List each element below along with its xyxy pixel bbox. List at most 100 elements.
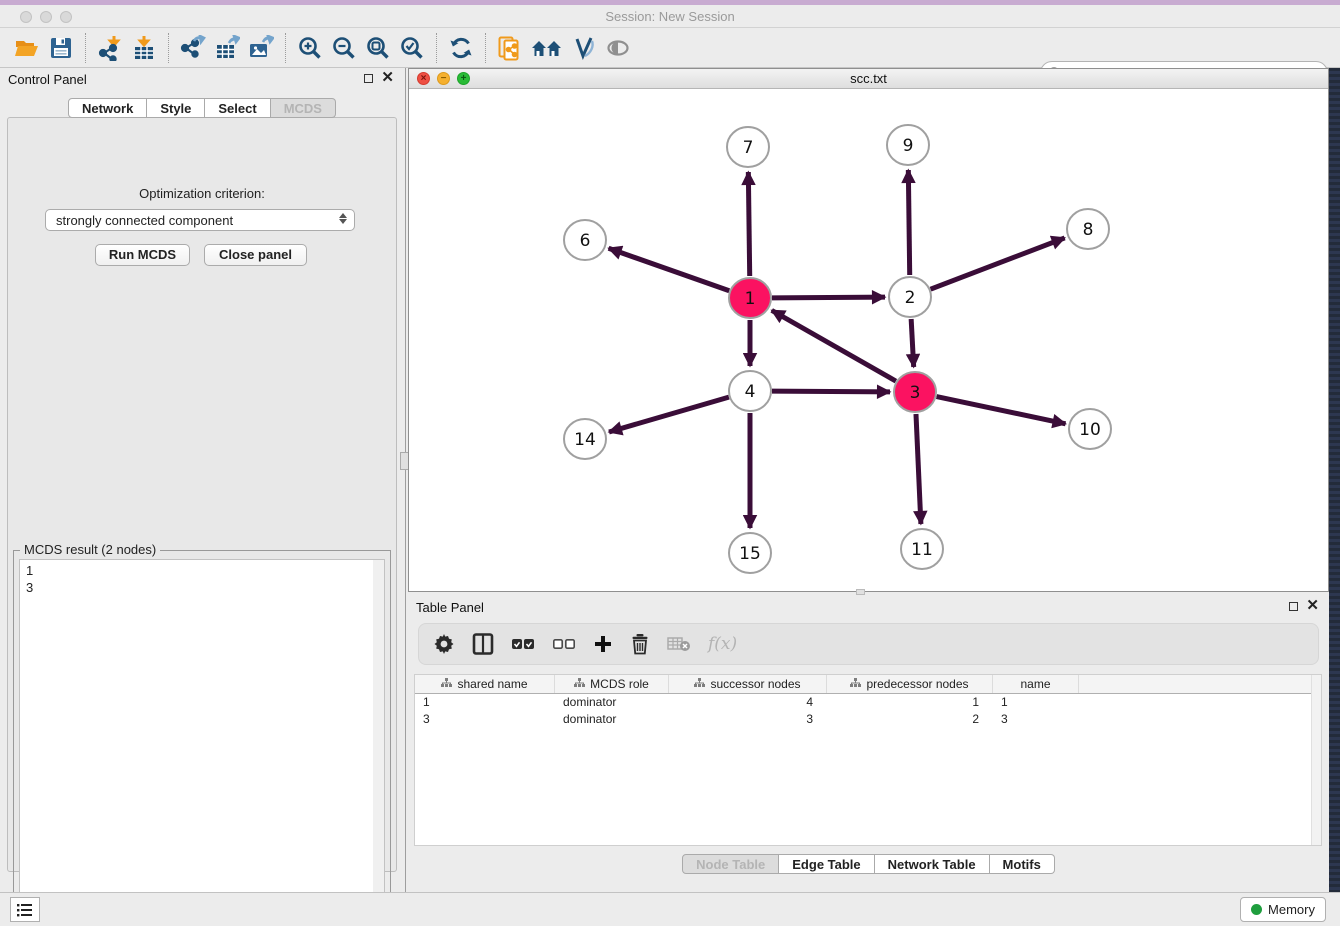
export-network-icon[interactable] (176, 31, 210, 65)
open-session-icon[interactable] (10, 31, 44, 65)
delete-column-trash-icon[interactable] (630, 629, 650, 659)
svg-text:2: 2 (905, 288, 916, 308)
tab-network-table[interactable]: Network Table (875, 854, 990, 874)
table-cell[interactable]: dominator (555, 711, 669, 728)
status-bar: Memory (0, 892, 1340, 926)
graph-node-8[interactable]: 8 (1067, 209, 1109, 249)
graph-edge-1-6[interactable] (609, 248, 730, 290)
column-label: shared name (457, 677, 527, 691)
tab-node-table[interactable]: Node Table (682, 854, 779, 874)
table-row[interactable]: 3dominator323 (415, 711, 1321, 728)
node-table: shared name MCDS role successor nodesprede… (414, 674, 1322, 846)
column-header-name[interactable]: name (993, 675, 1079, 693)
graph-edge-2-3[interactable] (911, 319, 914, 367)
graph-edge-3-10[interactable] (937, 397, 1066, 424)
graph-edge-2-9[interactable] (908, 170, 909, 275)
tab-select[interactable]: Select (205, 98, 270, 118)
graph-node-6[interactable]: 6 (564, 220, 606, 260)
float-panel-icon[interactable] (364, 74, 373, 83)
graph-edge-4-3[interactable] (772, 391, 890, 392)
zoom-out-icon[interactable] (327, 31, 361, 65)
list-icon (16, 902, 34, 918)
table-cell[interactable]: 3 (993, 711, 1079, 728)
column-label: MCDS role (590, 677, 649, 691)
sort-hierarchy-icon (694, 677, 705, 691)
tab-edge-table[interactable]: Edge Table (779, 854, 874, 874)
function-builder-icon[interactable]: f(x) (708, 629, 737, 659)
graph-edge-1-2[interactable] (772, 297, 885, 298)
import-network-icon[interactable] (93, 31, 127, 65)
mcds-result-list[interactable]: 13 (19, 559, 385, 914)
table-cell[interactable]: 4 (669, 694, 827, 711)
zoom-selected-icon[interactable] (395, 31, 429, 65)
memory-button[interactable]: Memory (1240, 897, 1326, 922)
graph-node-7[interactable]: 7 (727, 127, 769, 167)
svg-text:3: 3 (910, 383, 921, 403)
column-header-predecessor-nodes[interactable]: predecessor nodes (827, 675, 993, 693)
graph-node-11[interactable]: 11 (901, 529, 943, 569)
zoom-fit-icon[interactable] (361, 31, 395, 65)
table-cell[interactable]: 1 (993, 694, 1079, 711)
graph-node-10[interactable]: 10 (1069, 409, 1111, 449)
deselect-all-icon[interactable] (552, 629, 576, 659)
table-cell[interactable]: 3 (415, 711, 555, 728)
criterion-dropdown[interactable]: strongly connected component (45, 209, 355, 231)
settings-gear-icon[interactable] (433, 629, 455, 659)
add-column-icon[interactable] (593, 629, 613, 659)
column-header-MCDS-role[interactable]: MCDS role (555, 675, 669, 693)
export-table-icon[interactable] (210, 31, 244, 65)
control-panel: Control Panel ✕ Network Style Select MCD… (0, 68, 404, 878)
refresh-icon[interactable] (444, 31, 478, 65)
graph-node-15[interactable]: 15 (729, 533, 771, 573)
graph-node-9[interactable]: 9 (887, 125, 929, 165)
close-panel-icon[interactable]: ✕ (381, 73, 394, 83)
network-from-document-icon[interactable] (493, 31, 527, 65)
graph-edge-4-14[interactable] (609, 397, 729, 432)
graph-edge-3-11[interactable] (916, 414, 921, 524)
column-header-shared-name[interactable]: shared name (415, 675, 555, 693)
graph-edge-2-8[interactable] (931, 238, 1065, 289)
horizontal-splitter-handle[interactable] (856, 589, 865, 595)
panel-splitter[interactable] (405, 68, 406, 892)
float-table-panel-icon[interactable] (1289, 602, 1298, 611)
result-scrollbar[interactable] (373, 560, 384, 913)
table-cell[interactable]: 3 (669, 711, 827, 728)
graph-node-4[interactable]: 4 (729, 371, 771, 411)
graph-node-14[interactable]: 14 (564, 419, 606, 459)
split-pane-icon[interactable] (472, 629, 494, 659)
style-swoosh-icon[interactable] (567, 31, 601, 65)
network-titlebar[interactable]: × − + scc.txt (409, 69, 1328, 89)
table-cell[interactable]: dominator (555, 694, 669, 711)
table-cell[interactable]: 1 (827, 694, 993, 711)
graph-node-1[interactable]: 1 (729, 278, 771, 318)
svg-text:11: 11 (911, 540, 933, 560)
table-row[interactable]: 1dominator411 (415, 694, 1321, 711)
close-panel-button[interactable]: Close panel (204, 244, 307, 266)
table-body: 1dominator4113dominator323 (415, 694, 1321, 728)
tab-mcds[interactable]: MCDS (271, 98, 336, 118)
graph-node-3[interactable]: 3 (894, 372, 936, 412)
tab-motifs[interactable]: Motifs (990, 854, 1055, 874)
graph-edge-3-1[interactable] (772, 310, 896, 381)
select-all-icon[interactable] (511, 629, 535, 659)
save-session-icon[interactable] (44, 31, 78, 65)
graph-edge-1-7[interactable] (748, 172, 749, 276)
export-image-icon[interactable] (244, 31, 278, 65)
close-table-panel-icon[interactable]: ✕ (1306, 601, 1319, 611)
graph-node-2[interactable]: 2 (889, 277, 931, 317)
table-scrollbar[interactable] (1311, 675, 1321, 845)
home-icon[interactable] (527, 31, 567, 65)
network-canvas[interactable]: 1 2 3 4 6 7 8 9 10 11 14 15 (409, 89, 1328, 591)
run-mcds-button[interactable]: Run MCDS (95, 244, 190, 266)
tab-style[interactable]: Style (147, 98, 205, 118)
delete-table-icon[interactable] (667, 629, 691, 659)
tab-network[interactable]: Network (68, 98, 147, 118)
import-table-icon[interactable] (127, 31, 161, 65)
column-header-successor-nodes[interactable]: successor nodes (669, 675, 827, 693)
show-hide-eye-icon[interactable] (601, 31, 635, 65)
zoom-in-icon[interactable] (293, 31, 327, 65)
table-cell[interactable]: 1 (415, 694, 555, 711)
task-history-button[interactable] (10, 897, 40, 922)
table-cell[interactable]: 2 (827, 711, 993, 728)
control-panel-tabs: Network Style Select MCDS (0, 98, 404, 118)
